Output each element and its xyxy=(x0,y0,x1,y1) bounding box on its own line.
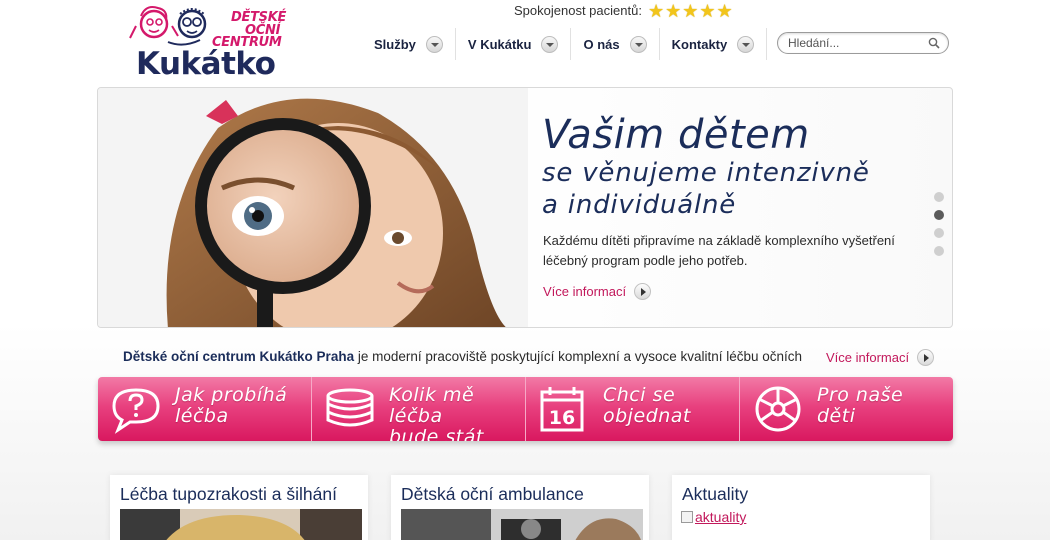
intro-bold: Dětské oční centrum Kukátko Praha xyxy=(123,349,355,364)
nav-item-v-kukatku[interactable]: V Kukátku xyxy=(456,28,572,60)
box-treatment-title[interactable]: Léčba tupozrakosti a šilhání xyxy=(120,484,337,505)
chevron-down-icon[interactable] xyxy=(629,35,647,53)
nav-item-sluzby[interactable]: Služby xyxy=(362,28,456,60)
tile-label-line2: objednat xyxy=(603,405,691,427)
ambulance-thumbnail-image[interactable] xyxy=(401,509,643,540)
nav-item-label: O nás xyxy=(583,36,620,52)
tile-kolik-me-lecba-bude-stat[interactable]: Kolik mě léčba bude stát xyxy=(312,377,526,441)
tile-label-line2: bude stát xyxy=(389,426,484,442)
nav-item-o-nas[interactable]: O nás xyxy=(571,28,660,60)
feature-tiles: Jak probíhá léčba Kolik mě léčba bude st… xyxy=(98,377,953,441)
box-news-title[interactable]: Aktuality xyxy=(682,484,748,505)
intro-body: je moderní pracoviště poskytující komple… xyxy=(354,349,803,364)
box-treatment: Léčba tupozrakosti a šilhání xyxy=(110,475,368,540)
hero-more-link[interactable]: Více informací xyxy=(543,283,652,300)
tile-jak-probiha-lecba[interactable]: Jak probíhá léčba xyxy=(98,377,312,441)
tile-label-line1: Kolik mě léčba xyxy=(389,384,475,427)
search-input[interactable] xyxy=(778,36,923,50)
tile-pro-nase-deti[interactable]: Pro naše děti xyxy=(740,377,953,441)
broken-image-icon xyxy=(681,511,693,523)
box-ambulance: Dětská oční ambulance xyxy=(391,475,649,540)
search-icon[interactable] xyxy=(928,37,940,49)
treatment-thumbnail-image[interactable] xyxy=(120,509,362,540)
arrow-right-icon xyxy=(634,283,652,300)
slider-dot-1[interactable] xyxy=(934,192,944,202)
main-nav: Služby V Kukátku O nás Kontakty xyxy=(362,28,768,60)
intro-more-label: Více informací xyxy=(826,350,910,365)
calendar-icon-number: 16 xyxy=(549,407,575,429)
hero-slider: Vašim dětem se věnujeme intenzivně a ind… xyxy=(97,87,953,328)
site-logo[interactable]: DĚTSKÉ OČNÍ CENTRUM Kukátko xyxy=(128,2,288,82)
ball-icon xyxy=(755,386,801,432)
news-image-alt: aktuality xyxy=(695,509,747,525)
tile-chci-se-objednat[interactable]: 16 Chci se objednat xyxy=(526,377,740,441)
calendar-icon: 16 xyxy=(540,387,584,432)
hero-title-line3: a individuálně xyxy=(542,190,737,220)
box-news: Aktuality aktuality xyxy=(672,475,930,540)
coins-icon xyxy=(326,388,374,427)
search-box xyxy=(777,32,949,54)
tile-label-line2: děti xyxy=(817,405,856,427)
tile-label: Jak probíhá léčba xyxy=(175,385,287,427)
logo-brand-name: Kukátko xyxy=(136,46,276,82)
nav-item-kontakty[interactable]: Kontakty xyxy=(660,28,768,60)
rating-stars: ★ ★ ★ ★ ★ xyxy=(647,0,733,21)
hero-title-line1: Vašim dětem xyxy=(542,112,810,158)
tile-label-line2: léčba xyxy=(175,405,229,427)
tile-label: Kolik mě léčba bude stát xyxy=(389,384,525,442)
speech-bubble-question-icon xyxy=(112,388,160,434)
box-ambulance-title[interactable]: Dětská oční ambulance xyxy=(401,484,584,505)
nav-item-label: Služby xyxy=(374,36,416,52)
nav-item-label: Kontakty xyxy=(671,36,728,52)
chevron-down-icon[interactable] xyxy=(541,35,559,53)
hero-more-label: Více informací xyxy=(543,284,627,299)
slider-dot-3[interactable] xyxy=(934,228,944,238)
star-icon: ★ xyxy=(716,0,733,21)
news-image-link[interactable]: aktuality xyxy=(681,509,746,525)
hero-description: Každému dítěti připravíme na základě kom… xyxy=(543,233,895,268)
star-icon: ★ xyxy=(647,0,665,21)
nav-item-label: V Kukátku xyxy=(467,36,532,52)
hero-title-line2: se věnujeme intenzivně xyxy=(542,158,870,188)
chevron-down-icon[interactable] xyxy=(425,35,443,53)
tile-label-line1: Jak probíhá xyxy=(175,384,288,406)
star-icon: ★ xyxy=(682,0,699,21)
chevron-down-icon[interactable] xyxy=(737,35,755,53)
rating-label: Spokojenost pacientů: xyxy=(514,3,642,18)
hero-girl-magnifier-image xyxy=(98,88,528,327)
tile-label: Pro naše děti xyxy=(817,385,903,427)
patient-rating: Spokojenost pacientů: ★ ★ ★ ★ ★ xyxy=(514,0,733,21)
star-icon: ★ xyxy=(665,0,682,21)
intro-text: Dětské oční centrum Kukátko Praha je mod… xyxy=(123,349,815,364)
star-icon: ★ xyxy=(699,0,716,21)
tile-label-line1: Chci se xyxy=(603,384,676,406)
slider-dots xyxy=(934,192,944,256)
arrow-right-icon xyxy=(917,349,935,366)
tile-label: Chci se objednat xyxy=(603,385,691,427)
slider-dot-4[interactable] xyxy=(934,246,944,256)
intro-more-link[interactable]: Více informací xyxy=(826,349,935,366)
tile-label-line1: Pro naše xyxy=(817,384,904,406)
slider-dot-2[interactable] xyxy=(934,210,944,220)
